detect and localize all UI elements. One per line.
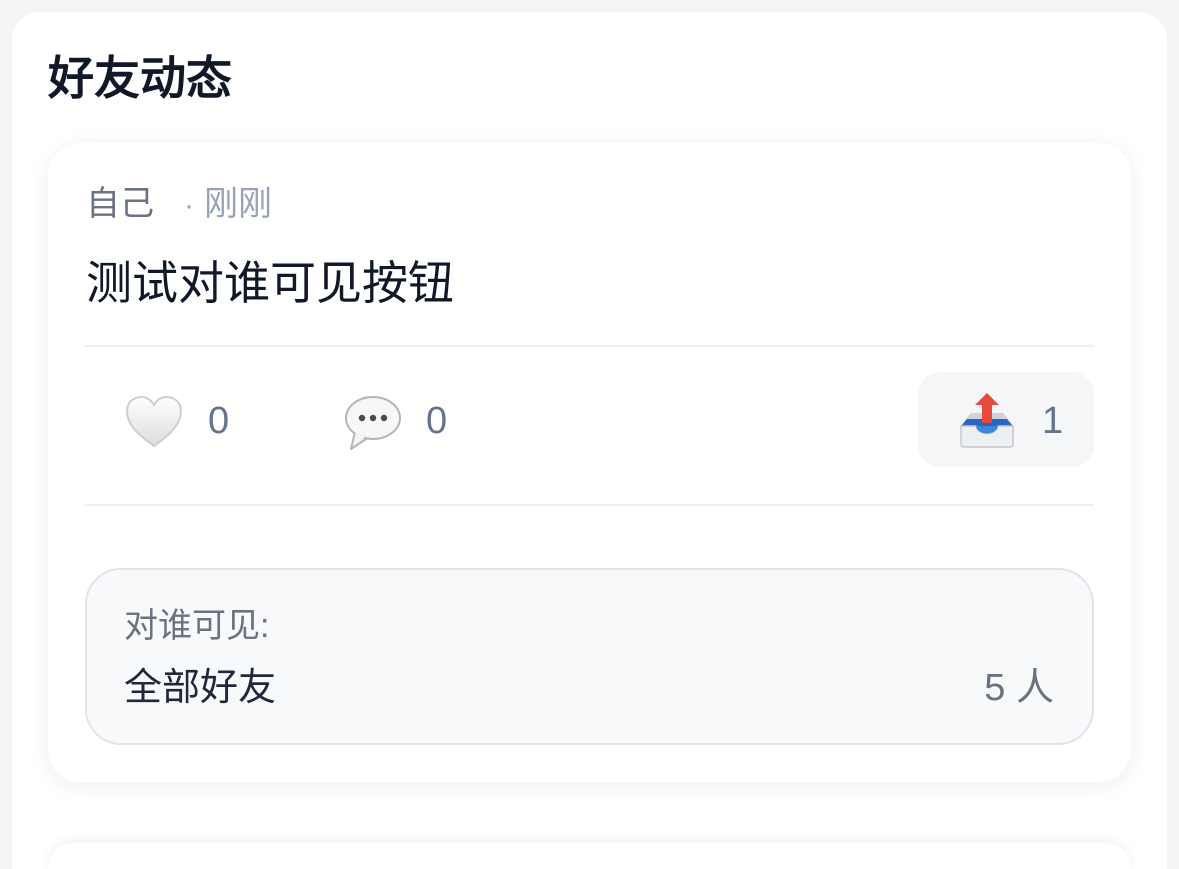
divider <box>84 345 1094 347</box>
like-count: 0 <box>208 400 230 442</box>
comment-count: 0 <box>426 400 448 442</box>
post-card <box>48 843 1131 869</box>
post-meta: 自己 · 刚刚 <box>86 182 272 226</box>
share-count: 1 <box>1042 400 1064 442</box>
visibility-value: 全部好友 <box>124 667 277 709</box>
post-card: 自己 · 刚刚 测试对谁可见按钮 0 0 1 对谁可见: 全部好友 5 人 <box>48 143 1131 782</box>
visibility-label: 对谁可见: <box>124 607 270 645</box>
meta-separator: · <box>184 189 194 222</box>
comment-icon <box>342 392 402 452</box>
post-time: 刚刚 <box>204 185 272 223</box>
visibility-member-count: 5 人 <box>984 667 1054 709</box>
heart-icon <box>124 392 184 452</box>
share-button[interactable]: 1 <box>918 372 1094 467</box>
like-button[interactable]: 0 <box>110 379 260 463</box>
visibility-selector[interactable]: 对谁可见: 全部好友 5 人 <box>85 568 1094 745</box>
post-content: 测试对谁可见按钮 <box>86 257 454 309</box>
post-author[interactable]: 自己 <box>86 185 154 223</box>
outbox-tray-icon <box>957 390 1017 450</box>
page-title: 好友动态 <box>48 52 232 104</box>
comment-button[interactable]: 0 <box>328 379 478 463</box>
feed-panel: 好友动态 自己 · 刚刚 测试对谁可见按钮 0 0 1 对谁可见: 全部好友 5… <box>12 12 1167 869</box>
divider <box>84 504 1094 506</box>
